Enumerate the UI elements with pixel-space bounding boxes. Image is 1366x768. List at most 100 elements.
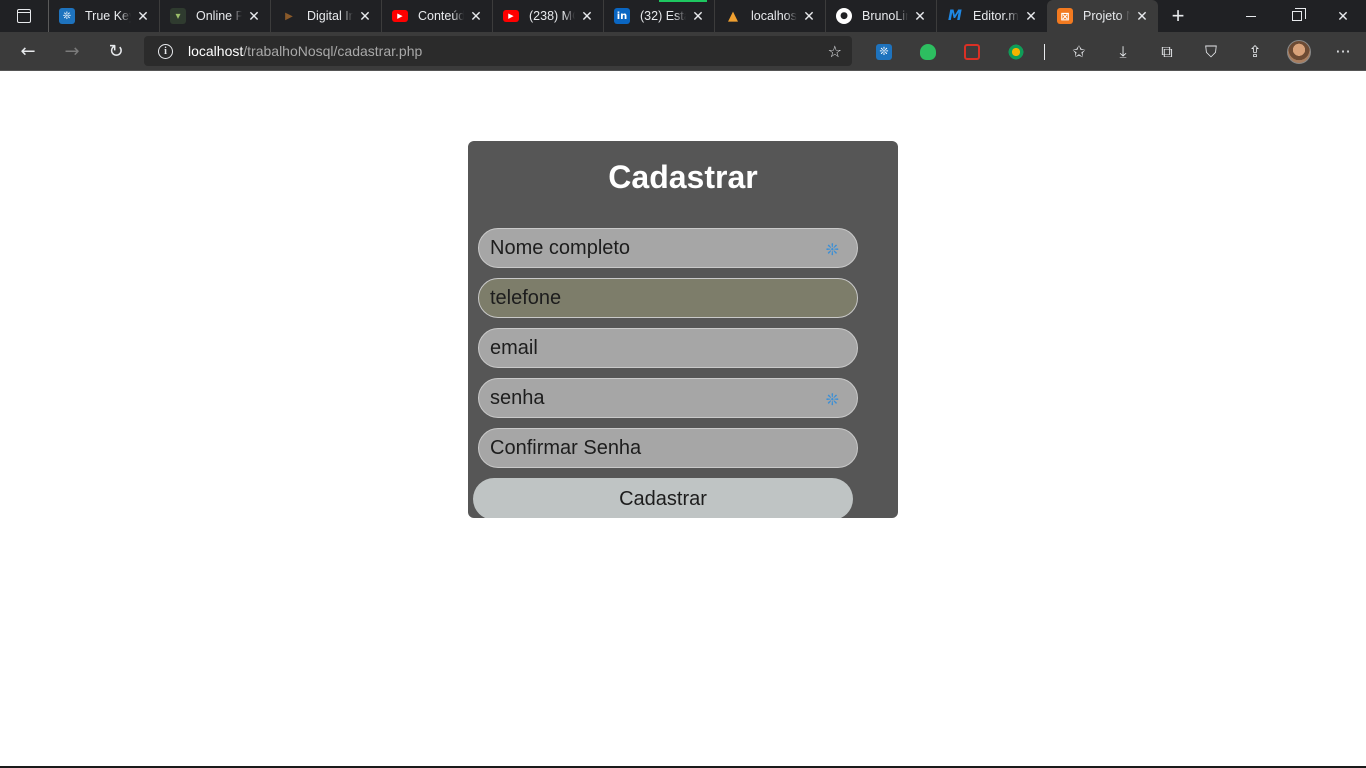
tab-online[interactable]: ▾ Online Pi ✕ xyxy=(159,0,270,32)
back-arrow-icon: ← xyxy=(20,40,36,62)
share-button[interactable]: ⇪ xyxy=(1233,32,1277,71)
share-icon: ⇪ xyxy=(1248,42,1262,61)
shield-favicon-icon: ▾ xyxy=(170,8,186,24)
github-favicon-icon: ● xyxy=(836,8,852,24)
restore-button[interactable] xyxy=(1274,0,1320,32)
tab-title: (32) Esta xyxy=(640,9,686,23)
address-bar[interactable]: i localhost/trabalhoNosql/cadastrar.php … xyxy=(144,36,852,66)
close-window-button[interactable]: ✕ xyxy=(1320,0,1366,32)
true-key-favicon-icon: ❊ xyxy=(59,8,75,24)
settings-more-button[interactable]: ··· xyxy=(1321,32,1365,71)
close-tab-icon[interactable]: ✕ xyxy=(690,8,706,25)
favorites-button[interactable]: ✩ xyxy=(1057,32,1101,71)
email-field[interactable]: email xyxy=(478,328,858,368)
close-tab-icon[interactable]: ✕ xyxy=(357,8,373,25)
url-path: /trabalhoNosql/cadastrar.php xyxy=(243,43,423,59)
nome-completo-placeholder: Nome completo xyxy=(490,236,631,259)
more-icon: ··· xyxy=(1335,42,1351,61)
tab-list: ❊ True Key ✕ ▾ Online Pi ✕ ▶ Digital In … xyxy=(48,0,1158,32)
confirmar-senha-field[interactable]: Confirmar Senha xyxy=(478,428,858,468)
profile-button[interactable] xyxy=(1277,32,1321,71)
true-key-extension-button[interactable]: ❊ xyxy=(862,32,906,71)
youtube-favicon-icon: ▶ xyxy=(392,10,408,22)
favorites-icon: ✩ xyxy=(1072,42,1086,61)
close-tab-icon[interactable]: ✕ xyxy=(1134,8,1150,25)
tab-youtube-conteudo[interactable]: ▶ Conteúdo ✕ xyxy=(381,0,492,32)
collections-button[interactable]: ⧉ xyxy=(1145,32,1189,71)
close-tab-icon[interactable]: ✕ xyxy=(579,8,595,25)
add-favorite-icon[interactable]: ☆ xyxy=(828,42,842,61)
url-host: localhost xyxy=(188,43,244,59)
true-key-autofill-icon[interactable]: ❊ xyxy=(826,240,839,260)
telefone-field[interactable]: telefone xyxy=(478,278,858,318)
forward-button[interactable]: → xyxy=(50,32,94,71)
collections-icon: ⧉ xyxy=(1161,41,1173,61)
extensions-area: ❊ ✩ ⤓ ⧉ ⛉ ⇪ ··· xyxy=(862,32,1365,71)
url-text[interactable]: localhost/trabalhoNosql/cadastrar.php xyxy=(188,43,422,59)
close-tab-icon[interactable]: ✕ xyxy=(246,8,262,25)
downloads-button[interactable]: ⤓ xyxy=(1101,32,1145,71)
minimize-button[interactable] xyxy=(1228,0,1274,32)
tab-title: Conteúdo xyxy=(418,9,464,23)
play-favicon-icon: ▶ xyxy=(285,10,293,22)
globe-extension-icon xyxy=(1008,43,1024,60)
form-title: Cadastrar xyxy=(608,159,758,195)
site-info-icon[interactable]: i xyxy=(158,43,173,59)
true-key-extension-icon: ❊ xyxy=(876,43,892,60)
tab-actions-button[interactable] xyxy=(0,0,48,32)
forward-arrow-icon: → xyxy=(64,40,80,62)
tab-title: (238) MC xyxy=(529,9,575,23)
xampp-favicon-icon: ▲ xyxy=(728,8,738,24)
tab-title: Projeto N xyxy=(1083,9,1130,23)
essentials-icon: ⛉ xyxy=(1204,41,1217,61)
evernote-extension-icon xyxy=(920,43,936,60)
telefone-placeholder: telefone xyxy=(490,286,562,309)
globe-extension-button[interactable] xyxy=(994,32,1038,71)
tab-actions-icon xyxy=(17,9,31,23)
cadastrar-submit-button[interactable]: Cadastrar xyxy=(473,478,853,518)
close-icon: ✕ xyxy=(1337,7,1349,24)
tab-linkedin[interactable]: in (32) Esta ✕ xyxy=(603,0,714,32)
tab-strip: ❊ True Key ✕ ▾ Online Pi ✕ ▶ Digital In … xyxy=(0,0,1366,32)
new-tab-button[interactable]: + xyxy=(1158,0,1198,32)
register-form: Cadastrar Nome completo ❊ telefone email… xyxy=(468,141,898,518)
close-tab-icon[interactable]: ✕ xyxy=(1023,8,1039,25)
avatar xyxy=(1287,39,1311,64)
tab-digital[interactable]: ▶ Digital In ✕ xyxy=(270,0,381,32)
toolbar-separator xyxy=(1044,43,1045,60)
tab-title: BrunoLin xyxy=(862,9,908,23)
tab-github[interactable]: ● BrunoLin ✕ xyxy=(825,0,936,32)
refresh-icon: ↻ xyxy=(108,40,124,62)
minimize-icon xyxy=(1246,15,1256,17)
media-playing-indicator xyxy=(659,0,707,2)
restore-icon xyxy=(1292,8,1306,21)
tab-youtube-238[interactable]: ▶ (238) MC ✕ xyxy=(492,0,603,32)
close-tab-icon[interactable]: ✕ xyxy=(912,8,928,25)
tab-projeto-active[interactable]: ⊠ Projeto N ✕ xyxy=(1047,0,1158,32)
linkedin-favicon-icon: in xyxy=(614,8,630,24)
tab-title: Online Pi xyxy=(196,9,242,23)
back-button[interactable]: ← xyxy=(6,32,50,71)
tab-title: True Key xyxy=(85,9,131,23)
email-placeholder: email xyxy=(490,336,538,359)
youtube-favicon-icon: ▶ xyxy=(503,10,519,22)
close-tab-icon[interactable]: ✕ xyxy=(801,8,817,25)
red-extension-button[interactable] xyxy=(950,32,994,71)
red-extension-icon xyxy=(964,43,980,60)
tab-editor[interactable]: M Editor.m ✕ xyxy=(936,0,1047,32)
senha-field[interactable]: senha ❊ xyxy=(478,378,858,418)
window-controls: ✕ xyxy=(1228,0,1366,32)
tab-true-key[interactable]: ❊ True Key ✕ xyxy=(48,0,159,32)
close-tab-icon[interactable]: ✕ xyxy=(468,8,484,25)
evernote-extension-button[interactable] xyxy=(906,32,950,71)
browser-essentials-button[interactable]: ⛉ xyxy=(1189,32,1233,71)
xampp-favicon-icon: ⊠ xyxy=(1057,8,1073,24)
true-key-autofill-icon[interactable]: ❊ xyxy=(826,390,839,410)
tab-localhost[interactable]: ▲ localhost ✕ xyxy=(714,0,825,32)
tab-title: Editor.m xyxy=(973,9,1019,23)
nome-completo-field[interactable]: Nome completo ❊ xyxy=(478,228,858,268)
close-tab-icon[interactable]: ✕ xyxy=(135,8,151,25)
confirmar-senha-placeholder: Confirmar Senha xyxy=(490,436,642,459)
tab-title: localhost xyxy=(751,9,797,23)
refresh-button[interactable]: ↻ xyxy=(94,32,138,71)
